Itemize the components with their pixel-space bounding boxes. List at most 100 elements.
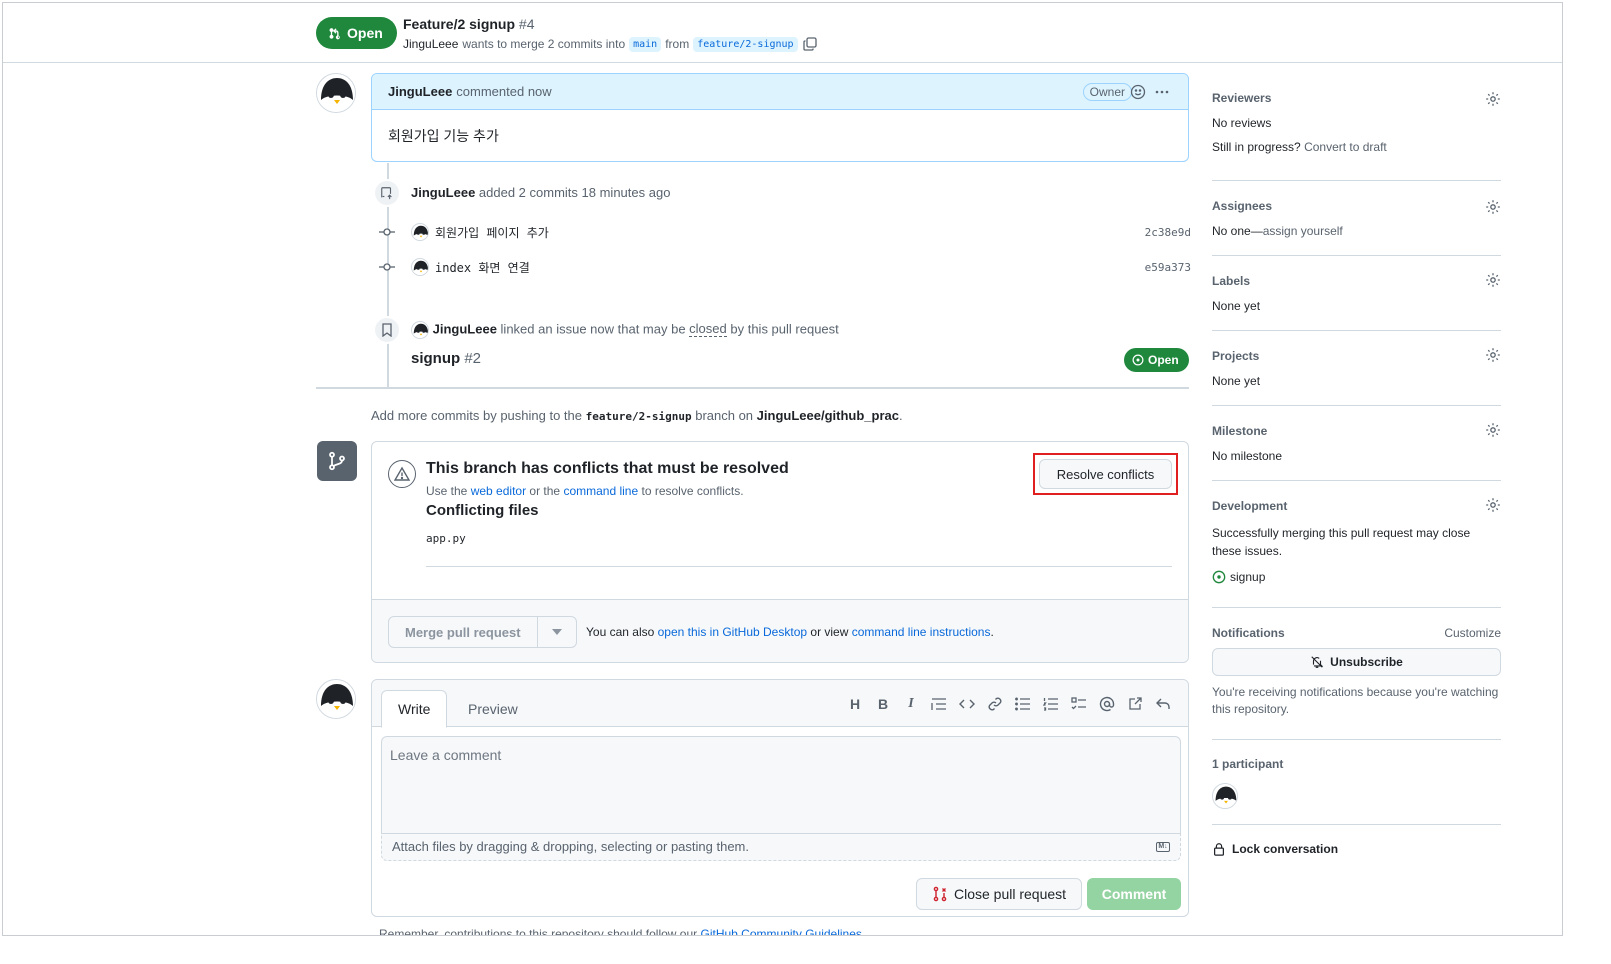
gear-icon[interactable]: [1485, 272, 1501, 288]
commit-message[interactable]: index 화면 연결: [435, 259, 530, 276]
linked-issue-number: #2: [464, 350, 482, 367]
reviewers-heading[interactable]: Reviewers: [1212, 91, 1501, 105]
copy-icon[interactable]: [802, 36, 818, 52]
closed-keyword[interactable]: closed: [689, 321, 727, 338]
tab-preview[interactable]: Preview: [452, 690, 534, 728]
community-guidelines-link[interactable]: GitHub Community Guidelines: [701, 927, 862, 935]
comment-author-avatar[interactable]: [316, 73, 356, 113]
commit-author-avatar[interactable]: [411, 223, 429, 241]
linked-issue-author[interactable]: JinguLeee: [433, 321, 497, 336]
comment-textarea[interactable]: Leave a comment: [381, 736, 1181, 833]
commit-message[interactable]: 회원가입 페이지 추가: [435, 224, 549, 241]
pr-number: #4: [518, 16, 535, 32]
push-hint-middle: branch on: [695, 408, 754, 423]
development-issue[interactable]: signup: [1212, 570, 1501, 584]
unsubscribe-label: Unsubscribe: [1330, 655, 1403, 669]
participant-avatar[interactable]: [1212, 783, 1238, 809]
pr-title: Feature/2 signup #4: [403, 16, 535, 32]
resolve-conflicts-button[interactable]: Resolve conflicts: [1039, 459, 1172, 489]
push-hint: Add more commits by pushing to the featu…: [371, 408, 903, 423]
projects-heading[interactable]: Projects: [1212, 349, 1501, 363]
gear-icon[interactable]: [1485, 91, 1501, 107]
command-line-instructions-link[interactable]: command line instructions: [852, 625, 991, 639]
pr-merge-text: wants to merge 2 commits into: [462, 37, 626, 51]
linked-issue-name[interactable]: signup: [411, 350, 460, 367]
emoji-reaction-icon[interactable]: [1130, 84, 1146, 100]
caret-down-icon: [551, 629, 562, 635]
attach-files-bar[interactable]: Attach files by dragging & dropping, sel…: [381, 833, 1181, 861]
gear-icon[interactable]: [1485, 497, 1501, 513]
github-desktop-link[interactable]: open this in GitHub Desktop: [658, 625, 807, 639]
ordered-list-icon[interactable]: [1042, 694, 1060, 714]
kebab-menu-icon[interactable]: [1154, 84, 1170, 100]
lock-conversation[interactable]: Lock conversation: [1212, 825, 1501, 856]
linked-author-avatar[interactable]: [411, 321, 429, 339]
heading-icon[interactable]: H: [846, 694, 864, 714]
head-branch[interactable]: feature/2-signup: [693, 36, 798, 52]
task-list-icon[interactable]: [1070, 694, 1088, 714]
code-icon[interactable]: [958, 694, 976, 714]
mention-icon[interactable]: [1098, 694, 1116, 714]
merge-method-dropdown[interactable]: [538, 617, 576, 647]
commit-row[interactable]: 회원가입 페이지 추가 2c38e9d: [379, 222, 1191, 242]
owner-badge: Owner: [1082, 83, 1132, 101]
commit-dot-icon: [379, 263, 395, 271]
gear-icon[interactable]: [1485, 199, 1501, 215]
convert-to-draft-link[interactable]: Convert to draft: [1304, 140, 1387, 154]
customize-link[interactable]: Customize: [1444, 626, 1501, 640]
notifications-reason: You're receiving notifications because y…: [1212, 685, 1499, 716]
gear-icon[interactable]: [1485, 422, 1501, 438]
cross-reference-icon[interactable]: [1126, 694, 1144, 714]
commit-sha[interactable]: e59a373: [1145, 261, 1191, 274]
milestone-heading[interactable]: Milestone: [1212, 424, 1501, 438]
push-hint-repo[interactable]: JinguLeee/github_prac: [757, 408, 899, 423]
development-issue-label: signup: [1230, 570, 1266, 584]
sidebar-reviewers: Reviewers No reviews Still in progress? …: [1212, 73, 1501, 181]
pr-author-link[interactable]: JinguLeee: [403, 37, 458, 51]
comment-header: JinguLeee commented now: [372, 74, 1188, 110]
assign-yourself-link[interactable]: assign yourself: [1263, 224, 1343, 238]
pull-request-closed-icon: [933, 886, 947, 902]
sidebar-assignees: Assignees No one—assign yourself: [1212, 181, 1501, 256]
comment-author[interactable]: JinguLeee: [388, 84, 452, 99]
close-pull-request-label: Close pull request: [953, 886, 1067, 902]
conflict-sub-middle: or the: [529, 484, 561, 498]
assignees-heading[interactable]: Assignees: [1212, 199, 1501, 213]
merge-button-group: Merge pull request: [388, 616, 577, 648]
tab-write[interactable]: Write: [381, 690, 448, 728]
linked-issue-title[interactable]: signup #2: [411, 350, 481, 367]
git-branch-icon: [317, 441, 357, 481]
close-pull-request-button[interactable]: Close pull request: [916, 878, 1082, 910]
merge-pull-request-button[interactable]: Merge pull request: [389, 617, 538, 647]
markdown-icon[interactable]: M↓: [1156, 842, 1170, 852]
lock-icon: [1214, 843, 1224, 856]
gear-icon[interactable]: [1485, 347, 1501, 363]
merge-note-suffix: .: [990, 625, 994, 639]
markdown-toolbar: H B I: [846, 694, 1172, 714]
current-user-avatar[interactable]: [316, 679, 356, 719]
commits-event-author[interactable]: JinguLeee: [411, 185, 475, 200]
command-line-link[interactable]: command line: [563, 484, 638, 498]
italic-icon[interactable]: I: [902, 694, 920, 714]
reply-icon[interactable]: [1154, 694, 1172, 714]
base-branch[interactable]: main: [629, 36, 662, 52]
merge-note-prefix: You can also: [586, 625, 655, 639]
web-editor-link[interactable]: web editor: [471, 484, 526, 498]
comment-time[interactable]: commented now: [456, 84, 551, 99]
unsubscribe-button[interactable]: Unsubscribe: [1212, 648, 1501, 676]
bold-icon[interactable]: B: [874, 694, 892, 714]
issue-state-badge: Open: [1124, 348, 1189, 372]
development-heading[interactable]: Development: [1212, 499, 1501, 513]
merge-footer: Merge pull request You can also open thi…: [372, 599, 1188, 662]
push-hint-prefix: Add more commits by pushing to the: [371, 408, 582, 423]
comment-submit-button[interactable]: Comment: [1087, 878, 1181, 910]
commit-author-avatar[interactable]: [411, 258, 429, 276]
commit-sha[interactable]: 2c38e9d: [1145, 226, 1191, 239]
sidebar-milestone: Milestone No milestone: [1212, 406, 1501, 481]
unordered-list-icon[interactable]: [1014, 694, 1032, 714]
commit-row[interactable]: index 화면 연결 e59a373: [379, 257, 1191, 277]
link-icon[interactable]: [986, 694, 1004, 714]
quote-icon[interactable]: [930, 694, 948, 714]
issue-open-icon: [1212, 570, 1226, 584]
labels-heading[interactable]: Labels: [1212, 274, 1501, 288]
